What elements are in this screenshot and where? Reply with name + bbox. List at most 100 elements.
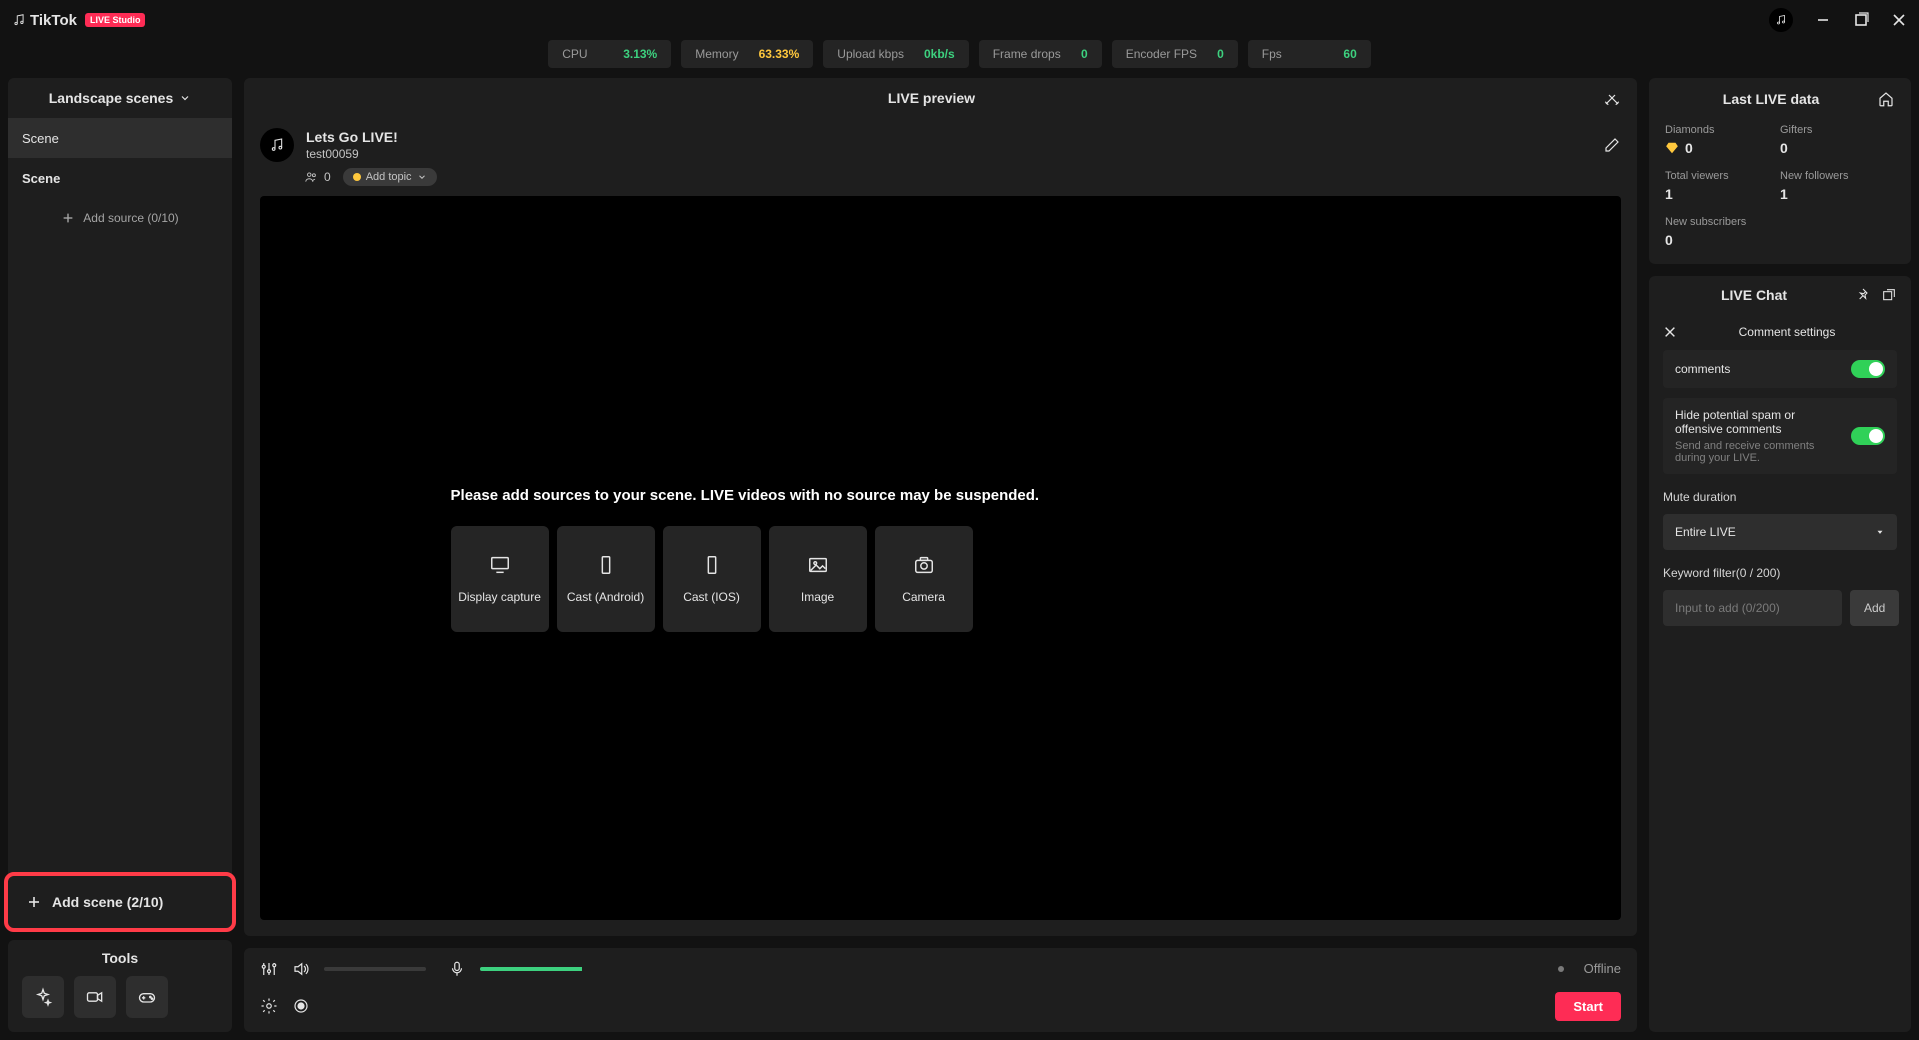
profile-button[interactable] — [1769, 8, 1793, 32]
spam-toggle-hint: Send and receive comments during your LI… — [1675, 440, 1841, 464]
live-chat-panel: LIVE Chat Comment settings comments Hide… — [1649, 276, 1911, 1032]
chevron-down-icon — [417, 172, 427, 182]
spam-toggle-label: Hide potential spam or offensive comment… — [1675, 408, 1841, 436]
sliders-icon — [260, 960, 278, 978]
stats-bar: CPU3.13% Memory63.33% Upload kbps0kb/s F… — [0, 40, 1919, 78]
comment-settings-title: Comment settings — [1677, 325, 1897, 339]
tool-effects-button[interactable] — [22, 976, 64, 1018]
microphone-icon — [448, 960, 466, 978]
tools-header: Tools — [8, 940, 232, 976]
phone-icon — [701, 554, 723, 576]
scene-item[interactable]: Scene — [8, 158, 232, 198]
tool-camera-button[interactable] — [74, 976, 116, 1018]
plus-icon — [61, 211, 75, 225]
stat-cpu: CPU3.13% — [548, 40, 671, 68]
stat-diamonds: Diamonds 0 — [1665, 124, 1780, 156]
last-live-panel: Last LIVE data Diamonds 0 Gifters 0 Tota… — [1649, 78, 1911, 264]
chat-pin-button[interactable] — [1855, 287, 1871, 303]
battle-button[interactable] — [1603, 89, 1621, 107]
app-logo: TikTok LIVE Studio — [12, 12, 145, 29]
live-studio-badge: LIVE Studio — [85, 13, 146, 27]
swords-icon — [1603, 89, 1621, 107]
pencil-icon — [1603, 136, 1621, 154]
home-icon — [1877, 90, 1895, 108]
stat-new-followers: New followers 1 — [1780, 170, 1895, 202]
window-close-button[interactable] — [1891, 12, 1907, 28]
source-cast-android[interactable]: Cast (Android) — [557, 526, 655, 632]
window-minimize-button[interactable] — [1815, 12, 1831, 28]
stat-new-subscribers: New subscribers 0 — [1665, 216, 1780, 248]
record-button[interactable] — [292, 997, 310, 1015]
add-scene-button[interactable]: Add scene (2/10) — [8, 876, 232, 928]
settings-button[interactable] — [260, 997, 278, 1015]
scenes-dropdown[interactable]: Landscape scenes — [8, 78, 232, 118]
stat-fps: Fps60 — [1248, 40, 1371, 68]
stat-total-viewers: Total viewers 1 — [1665, 170, 1780, 202]
chat-popout-button[interactable] — [1881, 287, 1897, 303]
source-cast-ios[interactable]: Cast (IOS) — [663, 526, 761, 632]
status-dot-icon — [1558, 966, 1564, 972]
monitor-icon — [489, 554, 511, 576]
close-icon — [1663, 325, 1677, 339]
keyword-add-button[interactable]: Add — [1850, 590, 1899, 626]
mic-button[interactable] — [448, 960, 466, 978]
live-chat-title: LIVE Chat — [1663, 287, 1845, 303]
stat-gifters: Gifters 0 — [1780, 124, 1895, 156]
preview-message: Please add sources to your scene. LIVE v… — [451, 485, 1431, 506]
spam-toggle[interactable] — [1851, 427, 1885, 445]
popout-icon — [1881, 287, 1897, 303]
topic-dot-icon — [353, 173, 361, 181]
stat-encoder-fps: Encoder FPS0 — [1112, 40, 1238, 68]
tool-game-button[interactable] — [126, 976, 168, 1018]
stream-title: Lets Go LIVE! — [306, 129, 398, 145]
mute-duration-select[interactable]: Entire LIVE — [1663, 514, 1897, 550]
tiktok-note-icon — [269, 137, 285, 153]
preview-title: LIVE preview — [260, 90, 1603, 106]
comments-toggle-row: comments — [1663, 350, 1897, 388]
comments-toggle[interactable] — [1851, 360, 1885, 378]
scenes-header-label: Landscape scenes — [49, 90, 174, 106]
camcorder-icon — [85, 987, 105, 1007]
add-source-button[interactable]: Add source (0/10) — [8, 198, 232, 238]
pin-icon — [1855, 287, 1871, 303]
source-display-capture[interactable]: Display capture — [451, 526, 549, 632]
speaker-volume-slider[interactable] — [324, 967, 426, 971]
window-maximize-button[interactable] — [1853, 12, 1869, 28]
stat-frame-drops: Frame drops0 — [979, 40, 1102, 68]
source-image[interactable]: Image — [769, 526, 867, 632]
plus-icon — [26, 894, 42, 910]
edit-stream-button[interactable] — [1603, 136, 1621, 154]
record-icon — [292, 997, 310, 1015]
gamepad-icon — [137, 987, 157, 1007]
keyword-filter-label: Keyword filter(0 / 200) — [1663, 566, 1897, 580]
app-name: TikTok — [30, 12, 77, 29]
username: test00059 — [306, 147, 398, 161]
avatar — [260, 128, 294, 162]
preview-canvas: Please add sources to your scene. LIVE v… — [260, 196, 1621, 920]
chevron-down-icon — [179, 92, 191, 104]
gear-icon — [260, 997, 278, 1015]
camera-icon — [913, 554, 935, 576]
sparkle-icon — [33, 987, 53, 1007]
people-icon — [304, 170, 318, 184]
source-camera[interactable]: Camera — [875, 526, 973, 632]
tiktok-note-icon — [12, 13, 26, 27]
stream-status: Offline — [1584, 961, 1621, 976]
mixer-button[interactable] — [260, 960, 278, 978]
scene-item[interactable]: Scene — [8, 118, 232, 158]
mic-volume-slider[interactable] — [480, 967, 582, 971]
keyword-filter-input[interactable] — [1663, 590, 1842, 626]
last-live-title: Last LIVE data — [1665, 91, 1877, 107]
preview-panel: LIVE preview Lets Go LIVE! test00059 0 — [244, 78, 1637, 936]
start-button[interactable]: Start — [1555, 992, 1621, 1021]
viewers-count: 0 — [304, 170, 331, 184]
comments-toggle-label: comments — [1675, 362, 1841, 376]
phone-icon — [595, 554, 617, 576]
tiktok-note-icon — [1775, 14, 1787, 26]
comment-settings-close-button[interactable] — [1663, 325, 1677, 339]
speaker-button[interactable] — [292, 960, 310, 978]
titlebar: TikTok LIVE Studio — [0, 0, 1919, 40]
add-topic-button[interactable]: Add topic — [343, 168, 437, 186]
mute-duration-label: Mute duration — [1663, 490, 1897, 504]
last-live-home-button[interactable] — [1877, 90, 1895, 108]
